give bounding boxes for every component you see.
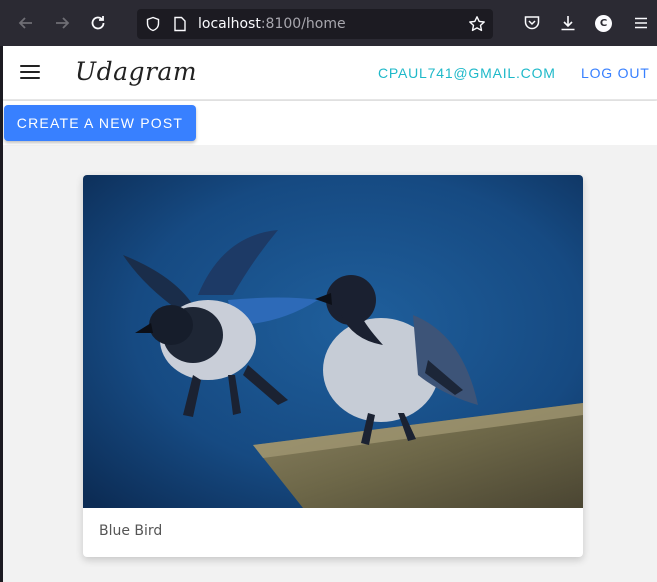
account-avatar[interactable]: C bbox=[595, 15, 612, 32]
post-caption: Blue Bird bbox=[99, 523, 163, 539]
action-toolbar: CREATE A NEW POST bbox=[3, 101, 657, 145]
post-image bbox=[83, 175, 583, 508]
brand-logo: Udagram bbox=[75, 57, 198, 86]
url-host: localhost bbox=[198, 16, 261, 32]
forward-arrow-icon bbox=[56, 17, 70, 29]
app-header: Udagram CPAUL741@GMAIL.COM LOG OUT bbox=[3, 46, 657, 100]
url-text[interactable]: localhost:8100/home bbox=[198, 16, 346, 32]
feed-card: Blue Bird bbox=[83, 175, 583, 557]
shield-icon[interactable] bbox=[145, 16, 161, 32]
back-arrow-icon bbox=[18, 17, 32, 29]
page-icon[interactable] bbox=[173, 16, 187, 32]
hamburger-menu-icon[interactable] bbox=[20, 65, 40, 80]
pocket-icon[interactable] bbox=[523, 14, 541, 32]
back-button[interactable] bbox=[8, 5, 44, 41]
browser-toolbar: localhost:8100/home C bbox=[0, 0, 657, 46]
url-path: :8100/home bbox=[260, 16, 346, 32]
bookmark-star-icon[interactable] bbox=[468, 15, 486, 33]
user-email-link[interactable]: CPAUL741@GMAIL.COM bbox=[378, 65, 556, 81]
page-content: Udagram CPAUL741@GMAIL.COM LOG OUT CREAT… bbox=[3, 46, 657, 582]
logout-button[interactable]: LOG OUT bbox=[581, 65, 650, 81]
address-bar[interactable]: localhost:8100/home bbox=[137, 9, 493, 39]
reload-button[interactable] bbox=[80, 5, 116, 41]
app-menu-icon[interactable] bbox=[632, 14, 650, 32]
reload-icon bbox=[91, 16, 105, 30]
download-icon[interactable] bbox=[559, 14, 577, 32]
forward-button[interactable] bbox=[44, 5, 80, 41]
create-post-button[interactable]: CREATE A NEW POST bbox=[4, 105, 196, 141]
